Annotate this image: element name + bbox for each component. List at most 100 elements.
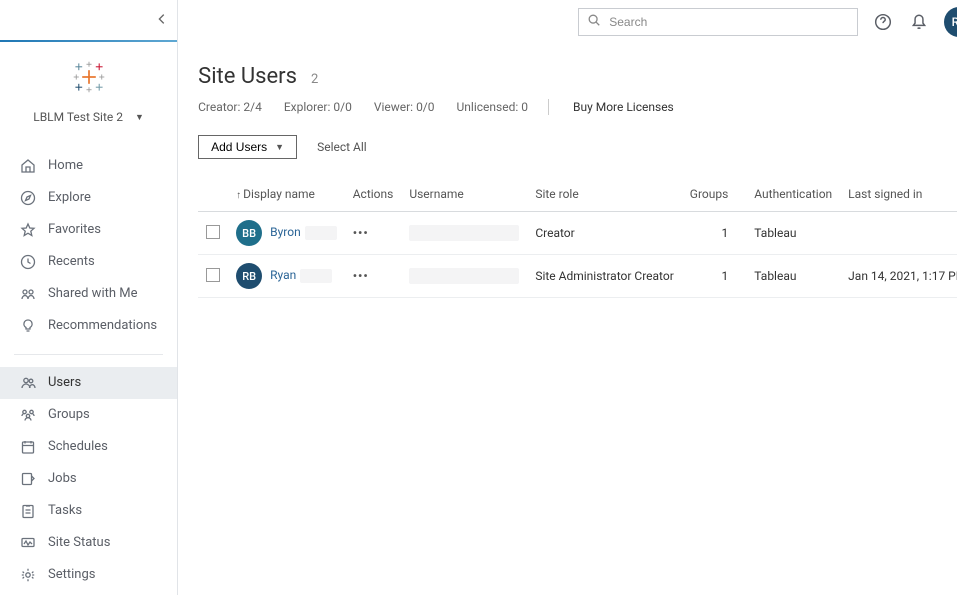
redacted-name: [305, 226, 337, 240]
page-count: 2: [311, 72, 318, 87]
avatar-initials: RB: [952, 15, 957, 29]
nav-label: Jobs: [48, 471, 77, 487]
col-groups[interactable]: Groups: [682, 177, 747, 212]
main-content: RB Site Users 2 Creator: 2/4 Explorer: 0…: [178, 0, 957, 595]
nav-label: Users: [48, 375, 81, 391]
redacted-username: [409, 268, 519, 284]
nav-label: Home: [48, 158, 83, 174]
calendar-icon: [20, 439, 36, 455]
page-title-row: Site Users 2: [198, 64, 957, 89]
nav-divider: [14, 354, 163, 355]
display-name-link[interactable]: Ryan: [270, 268, 296, 282]
groups-cell: 1: [682, 212, 747, 255]
site-name: LBLM Test Site 2: [33, 110, 123, 124]
jobs-icon: [20, 471, 36, 487]
users-icon: [20, 375, 36, 391]
nav-home[interactable]: Home: [0, 150, 177, 182]
add-users-button[interactable]: Add Users ▼: [198, 135, 297, 159]
license-row: Creator: 2/4 Explorer: 0/0 Viewer: 0/0 U…: [198, 99, 957, 115]
col-checkbox: [198, 177, 228, 212]
nav-recents[interactable]: Recents: [0, 246, 177, 278]
nav-schedules[interactable]: Schedules: [0, 431, 177, 463]
buy-more-link[interactable]: Buy More Licenses: [573, 100, 674, 114]
star-icon: [20, 222, 36, 238]
display-name-link[interactable]: Byron: [270, 225, 301, 239]
compass-icon: [20, 190, 36, 206]
row-actions-button[interactable]: •••: [353, 226, 369, 240]
users-table: ↑Display name Actions Username Site role…: [198, 177, 957, 298]
sort-asc-icon: ↑: [236, 190, 241, 201]
nav-label: Recents: [48, 254, 95, 270]
nav-tasks[interactable]: Tasks: [0, 495, 177, 527]
notifications-button[interactable]: [908, 11, 930, 33]
row-checkbox[interactable]: [206, 268, 220, 282]
license-creator: Creator: 2/4: [198, 100, 262, 114]
nav-users[interactable]: Users: [0, 367, 177, 399]
row-checkbox[interactable]: [206, 225, 220, 239]
redacted-name: [300, 269, 332, 283]
redacted-username: [409, 225, 519, 241]
divider: [548, 99, 549, 115]
license-viewer: Viewer: 0/0: [374, 100, 435, 114]
search-input[interactable]: [609, 15, 849, 29]
table-row: RBRyan•••Site Administrator Creator1Tabl…: [198, 255, 957, 298]
select-all-link[interactable]: Select All: [317, 140, 367, 154]
nav-primary-group: Home Explore Favorites Recents Shared wi…: [0, 146, 177, 346]
nav-settings[interactable]: Settings: [0, 559, 177, 591]
col-actions[interactable]: Actions: [345, 177, 402, 212]
site-role-cell: Creator: [527, 212, 681, 255]
nav-label: Recommendations: [48, 318, 157, 334]
nav-shared[interactable]: Shared with Me: [0, 278, 177, 310]
user-avatar[interactable]: RB: [944, 7, 957, 37]
help-button[interactable]: [872, 11, 894, 33]
status-icon: [20, 535, 36, 551]
nav-label: Schedules: [48, 439, 108, 455]
nav-label: Site Status: [48, 535, 110, 551]
shared-icon: [20, 286, 36, 302]
table-row: BB Byron ••• Creator1Tableau: [198, 212, 957, 255]
nav-label: Favorites: [48, 222, 101, 238]
add-users-label: Add Users: [211, 140, 267, 154]
nav-sitestatus[interactable]: Site Status: [0, 527, 177, 559]
tableau-logo: [0, 42, 177, 104]
col-username[interactable]: Username: [401, 177, 527, 212]
row-actions-button[interactable]: •••: [353, 269, 369, 283]
nav-recommendations[interactable]: Recommendations: [0, 310, 177, 342]
home-icon: [20, 158, 36, 174]
content-area: Site Users 2 Creator: 2/4 Explorer: 0/0 …: [178, 44, 957, 595]
search-icon: [587, 13, 601, 31]
nav-label: Explore: [48, 190, 91, 206]
row-avatar: BB: [236, 220, 262, 246]
table-header-row: ↑Display name Actions Username Site role…: [198, 177, 957, 212]
nav-admin-group: Users Groups Schedules Jobs Tasks: [0, 363, 177, 595]
site-role-cell: Site Administrator Creator: [527, 255, 681, 298]
page-title: Site Users: [198, 64, 297, 89]
nav-label: Settings: [48, 567, 95, 583]
license-explorer: Explorer: 0/0: [284, 100, 352, 114]
sidebar: LBLM Test Site 2 ▼ Home Explore Favorite…: [0, 0, 178, 595]
nav-groups[interactable]: Groups: [0, 399, 177, 431]
bulb-icon: [20, 318, 36, 334]
nav-explore[interactable]: Explore: [0, 182, 177, 214]
search-box[interactable]: [578, 8, 858, 36]
col-last-signed[interactable]: Last signed in: [840, 177, 957, 212]
gear-icon: [20, 567, 36, 583]
nav-label: Shared with Me: [48, 286, 138, 302]
license-unlicensed: Unlicensed: 0: [457, 100, 528, 114]
nav-favorites[interactable]: Favorites: [0, 214, 177, 246]
last-signed-cell: Jan 14, 2021, 1:17 PM: [840, 255, 957, 298]
caret-down-icon: ▼: [275, 142, 284, 152]
col-auth[interactable]: Authentication: [746, 177, 840, 212]
nav-jobs[interactable]: Jobs: [0, 463, 177, 495]
row-avatar: RB: [236, 263, 262, 289]
actions-row: Add Users ▼ Select All: [198, 135, 957, 159]
auth-cell: Tableau: [746, 212, 840, 255]
site-selector[interactable]: LBLM Test Site 2 ▼: [0, 104, 177, 146]
clock-icon: [20, 254, 36, 270]
collapse-sidebar-button[interactable]: [155, 12, 169, 30]
auth-cell: Tableau: [746, 255, 840, 298]
caret-down-icon: ▼: [135, 112, 144, 123]
col-site-role[interactable]: Site role: [527, 177, 681, 212]
col-display-name[interactable]: ↑Display name: [228, 177, 345, 212]
nav-label: Groups: [48, 407, 90, 423]
